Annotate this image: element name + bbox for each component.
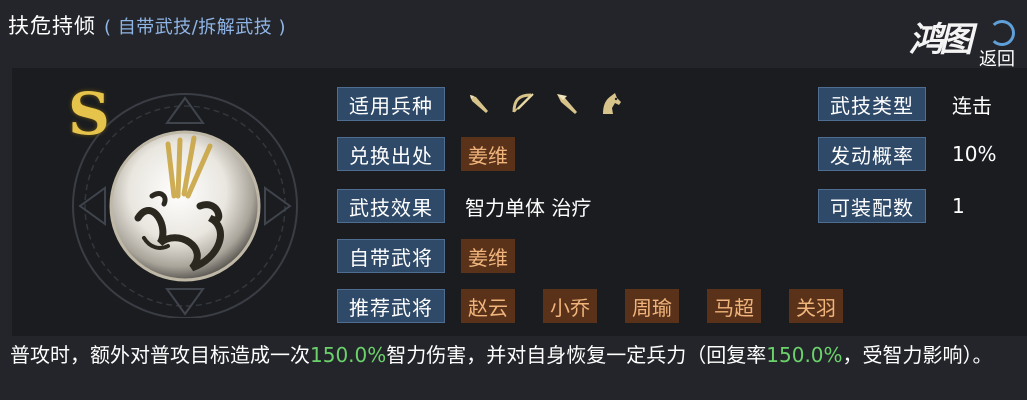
bow-icon bbox=[512, 93, 534, 113]
effect-label: 武技效果 bbox=[337, 189, 445, 223]
row-equip-count: 可装配数 1 bbox=[818, 189, 965, 223]
skill-description: 普攻时，额外对普攻目标造成一次150.0%智力伤害，并对自身恢复一定兵力（回复率… bbox=[10, 340, 1020, 371]
skill-subtitle: ( 自带武技/拆解武技 ) bbox=[104, 17, 287, 38]
row-troops: 适用兵种 bbox=[337, 87, 641, 121]
description-text: 智力伤害，并对自身恢复一定兵力（回复率 bbox=[386, 343, 767, 367]
row-type: 武技类型 连击 bbox=[818, 87, 992, 121]
recommended-general-chip[interactable]: 赵云 bbox=[461, 289, 515, 323]
row-source: 兑换出处 姜维 bbox=[337, 137, 515, 171]
skill-detail-screen: 扶危持倾 ( 自带武技/拆解武技 ) 鸿图 返回 S 适用兵种 兑换出处 姜维 … bbox=[0, 0, 1027, 400]
description-percentage: 150.0% bbox=[766, 343, 843, 367]
horse-icon bbox=[603, 93, 621, 114]
recommended-general-chip[interactable]: 小乔 bbox=[543, 289, 597, 323]
source-general-chip[interactable]: 姜维 bbox=[461, 137, 515, 171]
type-value: 连击 bbox=[952, 93, 992, 118]
description-percentage: 150.0% bbox=[310, 343, 387, 367]
row-own-general: 自带武将 姜维 bbox=[337, 239, 515, 273]
effect-value: 智力单体 治疗 bbox=[465, 195, 592, 220]
own-general-chip[interactable]: 姜维 bbox=[461, 239, 515, 273]
game-logo: 鸿图 bbox=[909, 20, 973, 60]
skill-grade: S bbox=[68, 80, 110, 148]
equip-count-value: 1 bbox=[952, 194, 965, 218]
spear-icon bbox=[470, 95, 488, 113]
description-text: 普攻时，额外对普攻目标造成一次 bbox=[10, 343, 310, 367]
trigger-rate-label: 发动概率 bbox=[818, 137, 926, 171]
description-text: ，受智力影响）。 bbox=[842, 343, 993, 367]
recommended-label: 推荐武将 bbox=[337, 289, 445, 323]
row-effect: 武技效果 智力单体 治疗 bbox=[337, 189, 591, 223]
trigger-rate-value: 10% bbox=[952, 142, 997, 166]
blade-icon bbox=[557, 94, 577, 114]
own-general-label: 自带武将 bbox=[337, 239, 445, 273]
recommended-general-chip[interactable]: 周瑜 bbox=[625, 289, 679, 323]
equip-count-label: 可装配数 bbox=[818, 189, 926, 223]
skill-title: 扶危持倾 bbox=[8, 14, 96, 38]
row-recommended: 推荐武将 赵云 小乔 周瑜 马超 关羽 bbox=[337, 289, 843, 323]
recommended-general-chip[interactable]: 关羽 bbox=[789, 289, 843, 323]
troops-label: 适用兵种 bbox=[337, 87, 445, 121]
type-label: 武技类型 bbox=[818, 87, 926, 121]
swirl-icon bbox=[989, 20, 1015, 46]
recommended-general-chip[interactable]: 马超 bbox=[707, 289, 761, 323]
troop-icons bbox=[465, 90, 641, 118]
return-button[interactable]: 鸿图 返回 bbox=[909, 12, 1019, 70]
row-trigger-rate: 发动概率 10% bbox=[818, 137, 996, 171]
source-label: 兑换出处 bbox=[337, 137, 445, 171]
title-row: 扶危持倾 ( 自带武技/拆解武技 ) bbox=[8, 10, 286, 44]
